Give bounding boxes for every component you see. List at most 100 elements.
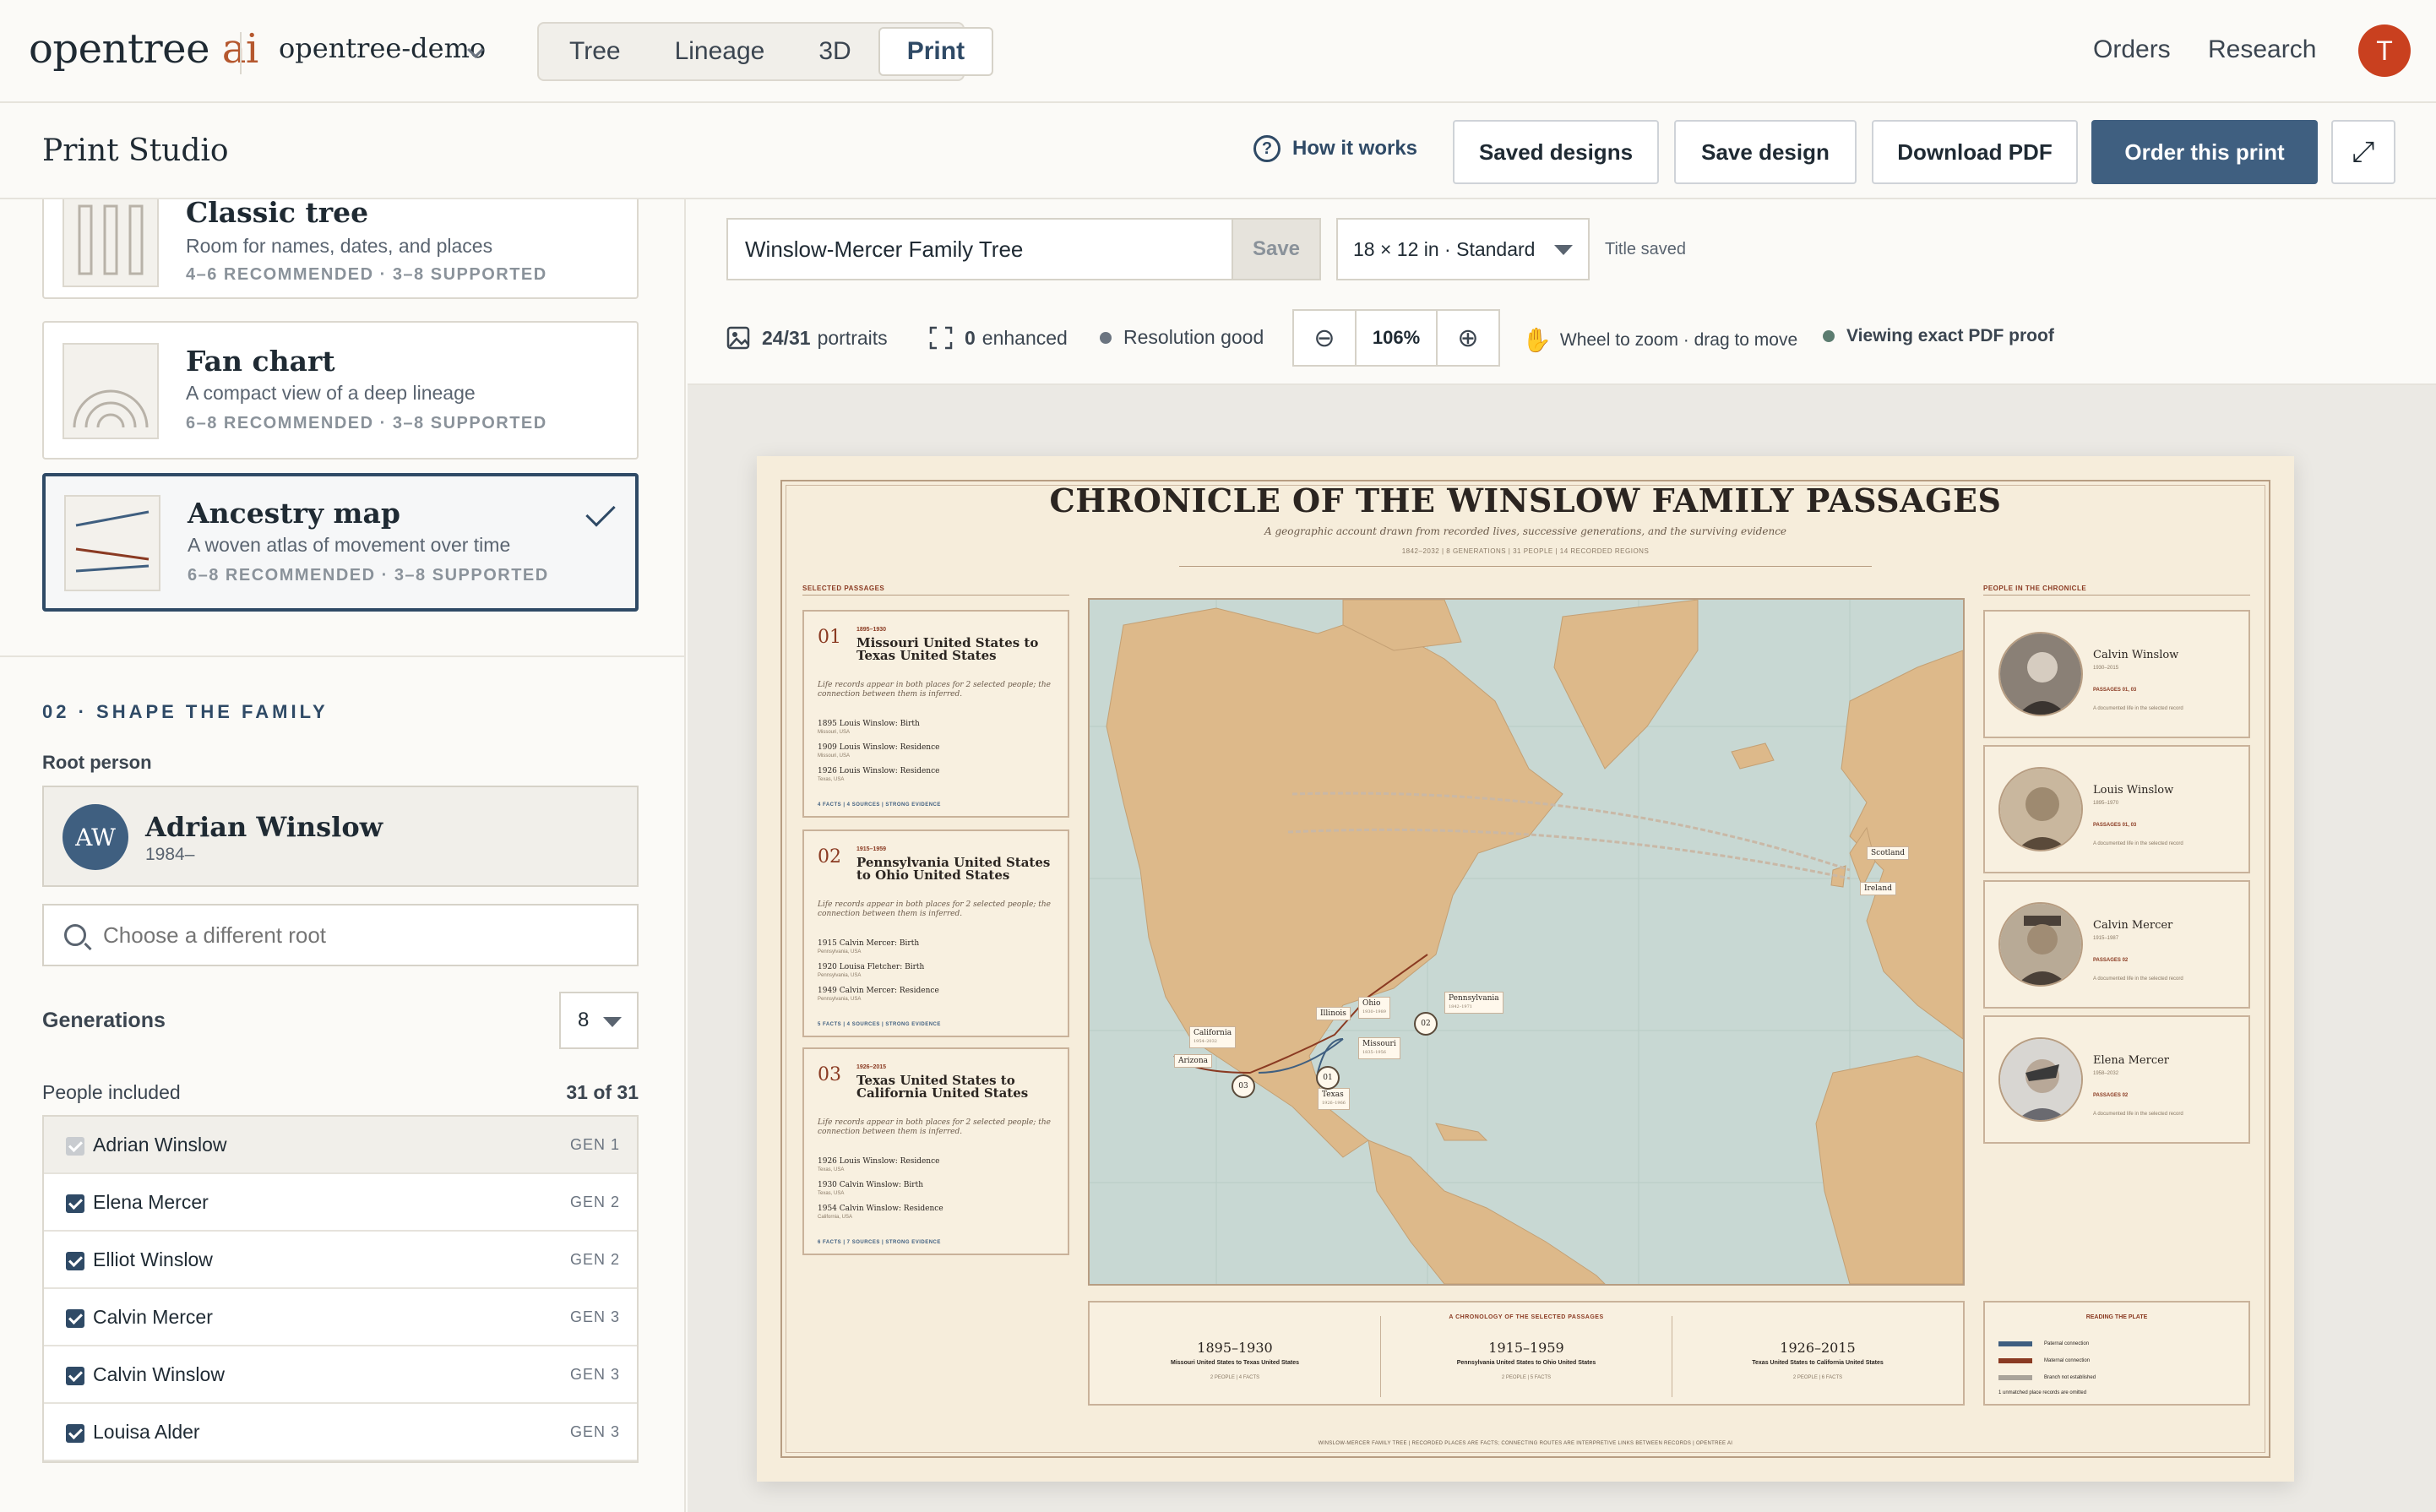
tab-print[interactable]: Print bbox=[878, 27, 994, 76]
tab-lineage[interactable]: Lineage bbox=[648, 27, 792, 76]
generations-select[interactable]: 8 bbox=[559, 992, 639, 1049]
style-title: Fan chart bbox=[186, 345, 335, 378]
root-person-label: Root person bbox=[42, 752, 152, 773]
logo[interactable]: opentree ai bbox=[29, 25, 258, 73]
chevron-down-icon bbox=[1554, 245, 1573, 255]
logo-text: opentree bbox=[29, 25, 210, 73]
list-item[interactable]: Elena Mercer GEN 2 bbox=[44, 1174, 637, 1232]
people-heading: PEOPLE IN THE CHRONICLE bbox=[1983, 585, 2087, 592]
view-tabs: Tree Lineage 3D Print bbox=[537, 22, 994, 81]
legend-label: 1 unmatched place records are omitted bbox=[1998, 1390, 2087, 1395]
portrait-image bbox=[1998, 1037, 2083, 1122]
place-years: 1954–2032 bbox=[1194, 1039, 1217, 1044]
tab-3d[interactable]: 3D bbox=[791, 27, 878, 76]
passage-place: Missouri, USA bbox=[818, 730, 851, 735]
root-name: Adrian Winslow bbox=[145, 811, 383, 843]
list-item[interactable]: Calvin Mercer GEN 3 bbox=[44, 1289, 637, 1346]
place-name: Illinois bbox=[1320, 1009, 1346, 1018]
person-gen: GEN 2 bbox=[569, 1250, 620, 1268]
status-dot bbox=[1823, 330, 1835, 342]
passage-place: Pennsylvania, USA bbox=[818, 973, 862, 978]
style-card-ancestry-map[interactable]: Ancestry map A woven atlas of movement o… bbox=[42, 473, 639, 612]
expand-icon[interactable]: ⤢ bbox=[2331, 120, 2395, 184]
passage-place: Texas, USA bbox=[818, 1167, 845, 1172]
checkbox[interactable] bbox=[66, 1424, 84, 1443]
checkbox[interactable] bbox=[66, 1252, 84, 1270]
person-desc: A documented life in the selected record bbox=[2093, 841, 2183, 846]
place-name: Texas bbox=[1322, 1090, 1344, 1099]
saved-designs-button[interactable]: Saved designs bbox=[1453, 120, 1659, 184]
portraits-label: portraits bbox=[817, 326, 888, 349]
help-icon: ? bbox=[1253, 135, 1281, 162]
person-card: Elena Mercer 1958–2032 PASSAGES 02 A doc… bbox=[1983, 1015, 2250, 1144]
zoom-hint-label: Wheel to zoom · drag to move bbox=[1559, 329, 1798, 350]
route-marker: 01 bbox=[1316, 1066, 1340, 1090]
map-canvas bbox=[1090, 600, 1963, 1284]
poster-meta: 1842–2032 | 8 GENERATIONS | 31 PEOPLE | … bbox=[1401, 547, 1650, 555]
passage-note: Life records appear in both places for 2… bbox=[818, 900, 1051, 918]
map-place-label: Scotland bbox=[1867, 846, 1910, 860]
person-name: Elena Mercer bbox=[2093, 1054, 2170, 1067]
passage-fact: 1930 Calvin Winslow: Birth bbox=[818, 1181, 924, 1189]
map-place-label: Pennsylvania 1842–1971 bbox=[1444, 992, 1503, 1014]
place-years: 1930–1989 bbox=[1362, 1009, 1386, 1014]
passage-place: California, USA bbox=[818, 1215, 853, 1220]
enhanced-stat: 0 enhanced bbox=[929, 326, 1068, 350]
size-value: 18 × 12 in · Standard bbox=[1353, 237, 1536, 260]
person-passages: PASSAGES 01, 03 bbox=[2093, 823, 2137, 828]
order-print-button[interactable]: Order this print bbox=[2091, 120, 2318, 184]
place-name: California bbox=[1194, 1029, 1232, 1037]
checkbox[interactable] bbox=[66, 1367, 84, 1385]
title-input[interactable] bbox=[726, 218, 1259, 280]
map-place-label: Arizona bbox=[1174, 1054, 1213, 1068]
proof-label: Viewing exact PDF proof bbox=[1846, 326, 2054, 345]
style-card-classic-tree[interactable]: Classic tree Room for names, dates, and … bbox=[42, 199, 639, 299]
project-switcher[interactable]: opentree-demo bbox=[279, 32, 486, 64]
root-search-input[interactable] bbox=[103, 906, 627, 965]
checkbox[interactable] bbox=[66, 1309, 84, 1328]
person-name: Louis Winslow bbox=[2093, 784, 2174, 797]
status-dot bbox=[1100, 331, 1112, 344]
person-passages: PASSAGES 02 bbox=[2093, 1093, 2129, 1098]
download-pdf-button[interactable]: Download PDF bbox=[1872, 120, 2078, 184]
legend-panel: READING THE PLATE Paternal connection Ma… bbox=[1983, 1301, 2250, 1406]
map-lines-icon bbox=[64, 495, 160, 591]
poster-preview[interactable]: CHRONICLE OF THE WINSLOW FAMILY PASSAGES… bbox=[757, 456, 2294, 1482]
page-title: Print Studio bbox=[42, 133, 229, 168]
ancestry-map[interactable]: Scotland Ireland Pennsylvania 1842–1971 Ohio… bbox=[1088, 598, 1965, 1286]
research-link[interactable]: Research bbox=[2208, 35, 2316, 64]
user-avatar[interactable]: T bbox=[2358, 24, 2411, 77]
hand-icon: ✋ bbox=[1522, 327, 1552, 353]
save-title-button[interactable]: Save bbox=[1232, 218, 1321, 280]
resolution-label: Resolution good bbox=[1123, 326, 1264, 348]
legend-label: Paternal connection bbox=[2044, 1341, 2090, 1346]
style-card-fan-chart[interactable]: Fan chart A compact view of a deep linea… bbox=[42, 321, 639, 460]
map-place-label: Ohio 1930–1989 bbox=[1358, 997, 1390, 1019]
passage-footer: 5 FACTS | 4 SOURCES | STRONG EVIDENCE bbox=[818, 1022, 941, 1027]
person-name: Adrian Winslow bbox=[93, 1133, 227, 1156]
person-passages: PASSAGES 01, 03 bbox=[2093, 688, 2137, 693]
orders-link[interactable]: Orders bbox=[2093, 35, 2171, 64]
zoom-in-icon[interactable]: ⊕ bbox=[1438, 311, 1498, 365]
zoom-out-icon[interactable]: ⊖ bbox=[1294, 311, 1355, 365]
portrait-image bbox=[1998, 902, 2083, 987]
tab-tree[interactable]: Tree bbox=[542, 27, 648, 76]
list-item[interactable]: Calvin Winslow GEN 3 bbox=[44, 1346, 637, 1404]
size-select[interactable]: 18 × 12 in · Standard bbox=[1336, 218, 1590, 280]
passage-title: Texas United States to California United… bbox=[856, 1073, 1029, 1101]
list-item[interactable]: Adrian Winslow GEN 1 bbox=[44, 1117, 637, 1174]
map-place-label: California 1954–2032 bbox=[1189, 1026, 1237, 1048]
legend-title: READING THE PLATE bbox=[2085, 1314, 2148, 1320]
how-it-works-button[interactable]: ? How it works bbox=[1253, 135, 1417, 162]
passage-card: 02 1915–1959 Pennsylvania United States … bbox=[802, 829, 1069, 1037]
person-years: 1915–1987 bbox=[2093, 936, 2119, 941]
divider bbox=[0, 655, 684, 657]
divider bbox=[240, 32, 242, 74]
checkbox[interactable] bbox=[66, 1194, 84, 1213]
list-item[interactable]: Louisa Alder GEN 3 bbox=[44, 1404, 637, 1461]
passage-years: 1915–1959 bbox=[856, 846, 887, 852]
list-item[interactable]: Elliot Winslow GEN 2 bbox=[44, 1232, 637, 1289]
legend-item: Branch not established bbox=[1998, 1375, 2096, 1380]
save-design-button[interactable]: Save design bbox=[1674, 120, 1857, 184]
route-marker: 02 bbox=[1414, 1012, 1438, 1036]
